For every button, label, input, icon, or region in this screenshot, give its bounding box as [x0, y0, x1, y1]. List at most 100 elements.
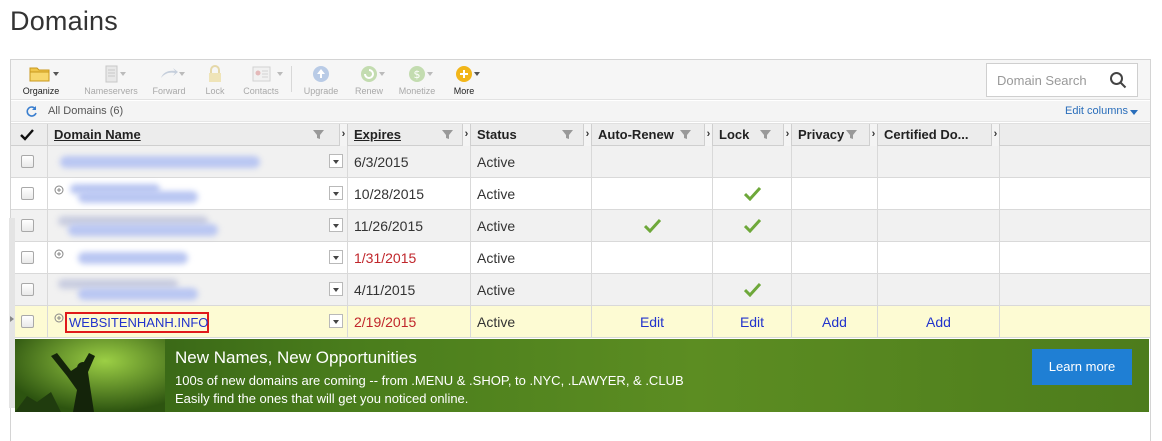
organize-button[interactable]: Organize [13, 63, 69, 96]
domain-search [986, 63, 1138, 97]
redacted-domain [78, 191, 198, 203]
expires-cell: 4/11/2015 [348, 274, 471, 305]
refresh-icon[interactable] [25, 105, 38, 118]
edit-columns-link[interactable]: Edit columns [1065, 105, 1128, 117]
auto-renew-cell: Edit [592, 306, 713, 337]
lock-cell [713, 242, 792, 273]
row-dropdown[interactable] [329, 250, 343, 264]
auto-renew-cell [592, 178, 713, 209]
table-row[interactable]: WEBSITENHANH.INFO 2/19/2015 Active Edit … [11, 306, 1150, 338]
select-all-header[interactable] [11, 124, 48, 146]
privacy-cell [792, 274, 878, 305]
privacy-cell [792, 178, 878, 209]
status-cell: Active [471, 306, 592, 337]
certified-cell [878, 210, 1000, 241]
privacy-cell [792, 210, 878, 241]
filter-icon[interactable] [442, 129, 453, 140]
row-checkbox[interactable] [21, 315, 34, 328]
domain-cell[interactable] [48, 242, 348, 273]
toolbar: Organize Nameservers Forward Lock Contac… [11, 60, 1150, 100]
zoom-plus-icon[interactable] [54, 185, 65, 196]
row-checkbox[interactable] [21, 283, 34, 296]
check-icon [744, 218, 761, 233]
column-menu-icon[interactable]: › [869, 124, 877, 146]
table-row[interactable]: 10/28/2015 Active [11, 178, 1150, 210]
row-dropdown[interactable] [329, 314, 343, 328]
domain-cell[interactable] [48, 146, 348, 177]
edit-columns-caret-icon[interactable] [1130, 110, 1138, 115]
lock-cell [713, 146, 792, 177]
row-dropdown[interactable] [329, 186, 343, 200]
header-privacy[interactable]: Privacy › [792, 124, 878, 146]
contacts-button[interactable]: Contacts [233, 63, 289, 96]
privacy-add-link[interactable]: Add [792, 314, 877, 330]
header-auto-renew[interactable]: Auto-Renew › [592, 124, 713, 146]
header-certified-domain[interactable]: Certified Do... › [878, 124, 1000, 146]
table-row[interactable]: 1/31/2015 Active [11, 242, 1150, 274]
domain-cell[interactable] [48, 178, 348, 209]
panel-resize-handle[interactable] [9, 218, 15, 408]
privacy-cell [792, 242, 878, 273]
certified-cell: Add [878, 306, 1000, 337]
domain-search-input[interactable] [987, 64, 1105, 96]
check-icon [744, 282, 761, 297]
auto-renew-edit-link[interactable]: Edit [592, 314, 712, 330]
learn-more-button[interactable]: Learn more [1032, 349, 1132, 385]
search-icon[interactable] [1109, 71, 1127, 89]
auto-renew-cell [592, 242, 713, 273]
header-expires[interactable]: Expires › [348, 124, 471, 146]
row-dropdown[interactable] [329, 218, 343, 232]
lock-cell [713, 178, 792, 209]
more-button[interactable]: More [436, 63, 492, 96]
table-row[interactable]: 11/26/2015 Active [11, 210, 1150, 242]
lock-cell [713, 210, 792, 241]
select-all-check-icon[interactable] [19, 127, 35, 143]
column-menu-icon[interactable]: › [704, 124, 712, 146]
row-dropdown[interactable] [329, 154, 343, 168]
filter-icon[interactable] [846, 129, 857, 140]
redacted-domain [78, 252, 188, 264]
certified-add-link[interactable]: Add [878, 314, 999, 330]
row-checkbox[interactable] [21, 155, 34, 168]
check-icon [744, 186, 761, 201]
row-dropdown[interactable] [329, 282, 343, 296]
nameservers-button[interactable]: Nameservers [83, 63, 139, 96]
filter-icon[interactable] [562, 129, 573, 140]
filter-icon[interactable] [313, 129, 324, 140]
header-status[interactable]: Status › [471, 124, 592, 146]
expand-arrow-icon[interactable] [10, 316, 14, 322]
expires-cell: 1/31/2015 [348, 242, 471, 273]
auto-renew-cell [592, 274, 713, 305]
status-cell: Active [471, 146, 592, 177]
row-checkbox[interactable] [21, 251, 34, 264]
promo-banner: New Names, New Opportunities 100s of new… [15, 339, 1149, 412]
check-icon [644, 218, 661, 233]
filter-icon[interactable] [760, 129, 771, 140]
lock-edit-link[interactable]: Edit [713, 314, 791, 330]
certified-cell [878, 178, 1000, 209]
domain-cell[interactable] [48, 210, 348, 241]
banner-text: 100s of new domains are coming -- from .… [175, 373, 684, 388]
certified-cell [878, 274, 1000, 305]
column-menu-icon[interactable]: › [339, 124, 347, 146]
domain-cell[interactable] [48, 274, 348, 305]
filter-icon[interactable] [680, 129, 691, 140]
redacted-domain [78, 288, 198, 300]
domains-infobar: All Domains (6) Edit columns [11, 101, 1150, 122]
column-menu-icon[interactable]: › [462, 124, 470, 146]
zoom-plus-icon[interactable] [54, 313, 65, 324]
auto-renew-cell [592, 210, 713, 241]
header-lock[interactable]: Lock › [713, 124, 792, 146]
redacted-domain [68, 224, 218, 236]
table-row[interactable]: 4/11/2015 Active [11, 274, 1150, 306]
domain-link[interactable]: WEBSITENHANH.INFO [65, 312, 209, 333]
header-domain-name[interactable]: Domain Name › [48, 124, 348, 146]
domain-cell[interactable]: WEBSITENHANH.INFO [48, 306, 348, 337]
zoom-plus-icon[interactable] [54, 249, 65, 260]
column-menu-icon[interactable]: › [783, 124, 791, 146]
table-row[interactable]: 6/3/2015 Active [11, 146, 1150, 178]
column-menu-icon[interactable]: › [991, 124, 999, 146]
column-menu-icon[interactable]: › [583, 124, 591, 146]
row-checkbox[interactable] [21, 219, 34, 232]
row-checkbox[interactable] [21, 187, 34, 200]
